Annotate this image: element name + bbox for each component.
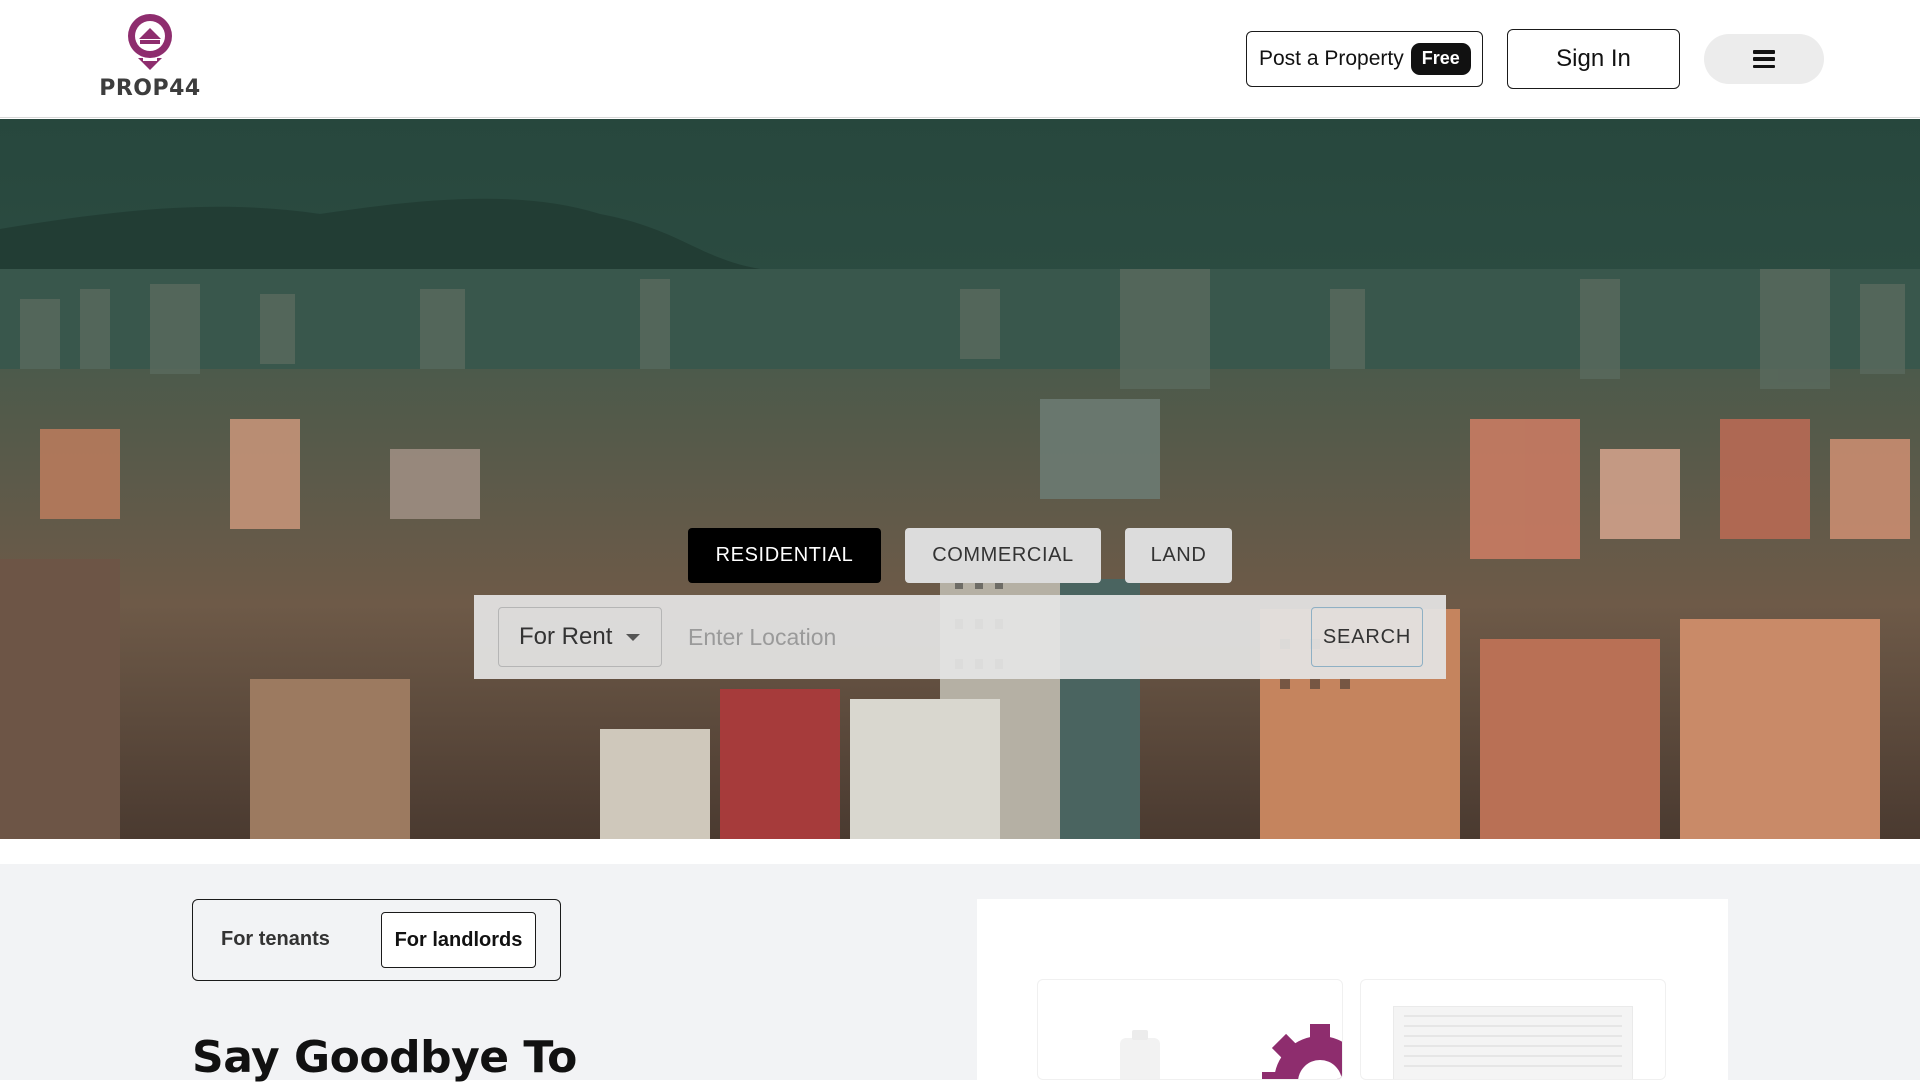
sign-in-button[interactable]: Sign In [1507,29,1680,89]
section-headline: Say Goodbye To [192,1032,577,1083]
location-input[interactable] [688,607,1158,667]
hamburger-icon [1753,50,1775,68]
for-tenants-option[interactable]: For tenants [221,900,330,979]
for-landlords-option[interactable]: For landlords [381,912,536,968]
tab-commercial[interactable]: COMMERCIAL [905,528,1101,583]
document-preview-icon [1393,1006,1633,1080]
illustration-panel-left [1037,979,1343,1080]
free-badge: Free [1411,43,1471,75]
post-property-button[interactable]: Post a Property Free [1246,31,1483,87]
gear-illustration-icon [1038,980,1343,1080]
post-property-label: Post a Property [1259,47,1404,71]
illustration-panel-right [1360,979,1666,1080]
menu-button[interactable] [1704,34,1824,84]
city-skyline-image [0,119,1920,839]
hero-banner: RESIDENTIAL COMMERCIAL LAND For Rent SEA… [0,119,1920,839]
listing-mode-select[interactable]: For Rent [498,607,662,667]
audience-toggle: For tenants For landlords [192,899,561,981]
listing-mode-value: For Rent [519,623,612,651]
brand-logo[interactable]: PROP44 [96,12,204,104]
logo-pin-icon [123,12,177,70]
property-type-tabs: RESIDENTIAL COMMERCIAL LAND [688,528,1232,583]
illustration-card [977,899,1728,1080]
search-bar: For Rent SEARCH [474,595,1446,679]
caret-down-icon [626,634,640,641]
search-button[interactable]: SEARCH [1311,607,1423,667]
landlord-section: For tenants For landlords Say Goodbye To [0,864,1920,1080]
tab-residential[interactable]: RESIDENTIAL [688,528,881,583]
brand-name: PROP44 [96,76,204,101]
top-navbar: PROP44 Post a Property Free Sign In [0,0,1920,118]
tab-land[interactable]: LAND [1125,528,1232,583]
